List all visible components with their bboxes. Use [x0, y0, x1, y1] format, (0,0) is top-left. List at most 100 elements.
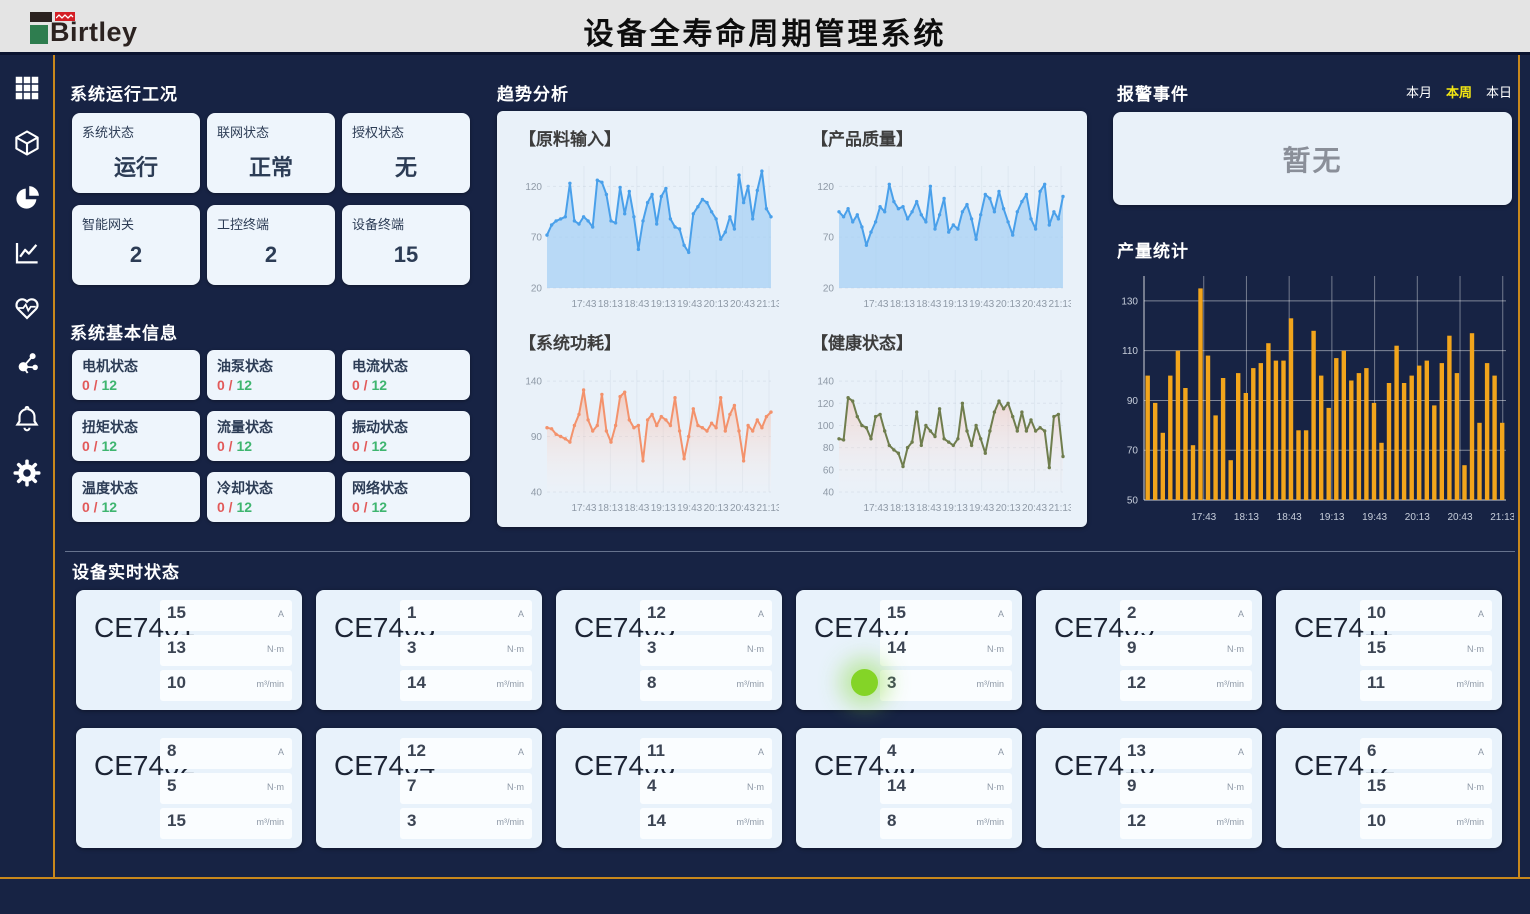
- svg-text:20:13: 20:13: [1405, 512, 1430, 523]
- device-metric-value: 13: [1127, 741, 1146, 761]
- trend-cell-quality: 【产品质量】 20 70 120 17:43 18:13 18:43 19:13…: [809, 125, 1081, 317]
- status-card-label: 智能网关: [82, 214, 190, 233]
- device-metric-row: 12 m³/min: [1120, 808, 1252, 839]
- trend-chart-title: 【原料输入】: [519, 125, 789, 150]
- device-metric-value: 15: [167, 603, 186, 623]
- device-card-CE7409[interactable]: CE7409 2 A 9 N·m 12 m³/min: [1036, 590, 1262, 710]
- device-metric-row: 13 A: [1120, 738, 1252, 769]
- svg-text:19:13: 19:13: [943, 299, 968, 310]
- heart-pulse-icon[interactable]: [10, 291, 44, 325]
- alarm-empty-text: 暂无: [1282, 139, 1342, 179]
- device-metric-unit: A: [998, 609, 1004, 619]
- device-card-CE7406[interactable]: CE7406 11 A 4 N·m 14 m³/min: [556, 728, 782, 848]
- device-metric-value: 8: [647, 673, 656, 693]
- device-metric-row: 8 m³/min: [640, 670, 772, 701]
- device-card-CE7405[interactable]: CE7405 12 A 3 N·m 8 m³/min: [556, 590, 782, 710]
- device-metric-row: 15 A: [160, 600, 292, 631]
- cube-icon[interactable]: [10, 126, 44, 160]
- grid-icon[interactable]: [10, 71, 44, 105]
- device-metric-value: 12: [1127, 673, 1146, 693]
- trend-analysis-panel: 【原料输入】 20 70 120 17:43 18:13 18:43 19:13…: [497, 111, 1087, 527]
- device-metric-row: 3 N·m: [400, 635, 532, 666]
- svg-text:18:43: 18:43: [624, 503, 649, 514]
- status-card-5: 设备终端 15: [342, 205, 470, 285]
- section-title-production: 产量统计: [1117, 237, 1189, 262]
- device-card-CE7411[interactable]: CE7411 10 A 15 N·m 11 m³/min: [1276, 590, 1502, 710]
- device-metric-row: 3 m³/min: [400, 808, 532, 839]
- device-metrics: 11 A 4 N·m 14 m³/min: [640, 738, 772, 839]
- info-card-1: 油泵状态 0 / 12: [207, 350, 335, 400]
- device-metric-row: 4 N·m: [640, 773, 772, 804]
- device-metric-row: 15 m³/min: [160, 808, 292, 839]
- pie-chart-icon[interactable]: [10, 181, 44, 215]
- bell-icon[interactable]: [10, 401, 44, 435]
- device-card-CE7401[interactable]: CE7401 15 A 13 N·m 10 m³/min: [76, 590, 302, 710]
- svg-text:40: 40: [531, 488, 543, 499]
- alarm-tab-1[interactable]: 本周: [1446, 82, 1472, 101]
- device-metric-unit: N·m: [747, 782, 764, 792]
- info-card-count: 0 / 12: [352, 438, 460, 454]
- device-metric-row: 14 N·m: [880, 773, 1012, 804]
- device-metric-unit: A: [758, 609, 764, 619]
- info-card-label: 电机状态: [82, 356, 190, 376]
- app-root: Birtley 设备全寿命周期管理系统 系统运行工况 系统状态 运行联网状态 正…: [0, 0, 1530, 914]
- device-card-CE7402[interactable]: CE7402 8 A 5 N·m 15 m³/min: [76, 728, 302, 848]
- svg-text:17:43: 17:43: [571, 503, 596, 514]
- device-metric-unit: N·m: [267, 782, 284, 792]
- trend-chart-title: 【健康状态】: [811, 329, 1081, 354]
- device-card-CE7403[interactable]: CE7403 1 A 3 N·m 14 m³/min: [316, 590, 542, 710]
- line-chart-icon[interactable]: [10, 236, 44, 270]
- svg-text:17:43: 17:43: [571, 299, 596, 310]
- svg-text:120: 120: [817, 399, 834, 410]
- device-metric-unit: A: [1478, 747, 1484, 757]
- device-card-CE7407[interactable]: CE7407 15 A 14 N·m 3 m³/min: [796, 590, 1022, 710]
- info-card-count: 0 / 12: [217, 377, 325, 393]
- info-card-count: 0 / 12: [217, 499, 325, 515]
- device-metric-value: 14: [887, 776, 906, 796]
- alarm-tab-0[interactable]: 本月: [1406, 82, 1432, 101]
- device-metric-row: 14 N·m: [880, 635, 1012, 666]
- sidebar-nav: [0, 57, 53, 877]
- device-metric-row: 10 m³/min: [1360, 808, 1492, 839]
- device-metric-unit: A: [518, 609, 524, 619]
- device-metric-value: 7: [407, 776, 416, 796]
- device-metric-value: 11: [647, 741, 665, 761]
- device-card-CE7404[interactable]: CE7404 12 A 7 N·m 3 m³/min: [316, 728, 542, 848]
- status-card-3: 智能网关 2: [72, 205, 200, 285]
- alarm-tab-2[interactable]: 本日: [1486, 82, 1512, 101]
- svg-text:20:43: 20:43: [1022, 503, 1047, 514]
- device-metric-row: 6 A: [1360, 738, 1492, 769]
- trend-chart-health: 40 60 80 100 120 140 17:43 18:13 18:43 1…: [809, 358, 1071, 520]
- device-metrics: 8 A 5 N·m 15 m³/min: [160, 738, 292, 839]
- info-card-6: 温度状态 0 / 12: [72, 472, 200, 522]
- molecule-icon[interactable]: [10, 346, 44, 380]
- device-metric-unit: A: [1238, 747, 1244, 757]
- info-card-count: 0 / 12: [352, 377, 460, 393]
- device-card-CE7412[interactable]: CE7412 6 A 15 N·m 10 m³/min: [1276, 728, 1502, 848]
- info-card-count: 0 / 12: [82, 377, 190, 393]
- device-card-CE7410[interactable]: CE7410 13 A 9 N·m 12 m³/min: [1036, 728, 1262, 848]
- section-title-system-info: 系统基本信息: [70, 319, 178, 344]
- svg-text:90: 90: [1127, 396, 1139, 407]
- gear-icon[interactable]: [10, 456, 44, 490]
- info-card-count: 0 / 12: [352, 499, 460, 515]
- device-metric-unit: N·m: [1467, 644, 1484, 654]
- device-metrics: 12 A 3 N·m 8 m³/min: [640, 600, 772, 701]
- device-card-CE7408[interactable]: CE7408 4 A 14 N·m 8 m³/min: [796, 728, 1022, 848]
- device-metric-unit: m³/min: [257, 817, 285, 827]
- device-metric-value: 13: [167, 638, 186, 658]
- svg-text:20: 20: [531, 284, 543, 295]
- status-card-1: 联网状态 正常: [207, 113, 335, 193]
- trend-chart-title: 【产品质量】: [811, 125, 1081, 150]
- status-card-value: 无: [352, 150, 460, 182]
- device-metric-value: 10: [167, 673, 186, 693]
- info-card-count: 0 / 12: [82, 438, 190, 454]
- svg-text:80: 80: [823, 443, 835, 454]
- device-metric-value: 15: [1367, 776, 1386, 796]
- device-metric-unit: m³/min: [977, 817, 1005, 827]
- info-card-count: 0 / 12: [217, 438, 325, 454]
- svg-text:20: 20: [823, 284, 835, 295]
- device-metric-unit: m³/min: [1217, 817, 1245, 827]
- device-metric-unit: A: [1478, 609, 1484, 619]
- device-metric-unit: m³/min: [977, 679, 1005, 689]
